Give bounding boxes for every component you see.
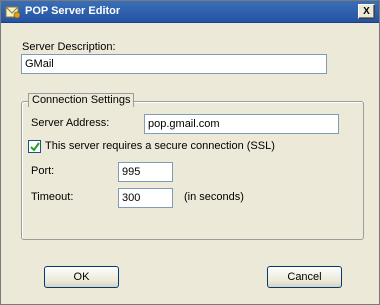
port-input[interactable] [118, 162, 173, 182]
ok-button[interactable]: OK [44, 266, 119, 288]
pop-server-editor-dialog: POP Server Editor X Server Description: … [0, 0, 380, 305]
port-label: Port: [31, 165, 55, 177]
server-description-input[interactable] [21, 54, 327, 74]
timeout-label: Timeout: [31, 191, 74, 203]
server-address-label: Server Address: [31, 117, 110, 129]
server-address-input[interactable] [144, 114, 339, 134]
app-icon [5, 4, 21, 20]
timeout-unit-label: (in seconds) [184, 191, 244, 203]
connection-settings-legend: Connection Settings [28, 93, 135, 107]
cancel-button[interactable]: Cancel [267, 266, 342, 288]
server-description-label: Server Description: [22, 41, 116, 53]
ssl-checkbox-label[interactable]: This server requires a secure connection… [45, 140, 275, 152]
ssl-checkbox[interactable] [28, 140, 41, 153]
checkmark-icon [30, 142, 40, 152]
window-title: POP Server Editor [25, 5, 121, 17]
title-bar[interactable]: POP Server Editor X [1, 1, 379, 23]
timeout-input[interactable] [118, 188, 173, 208]
close-icon: X [363, 6, 370, 17]
close-button[interactable]: X [358, 4, 375, 19]
